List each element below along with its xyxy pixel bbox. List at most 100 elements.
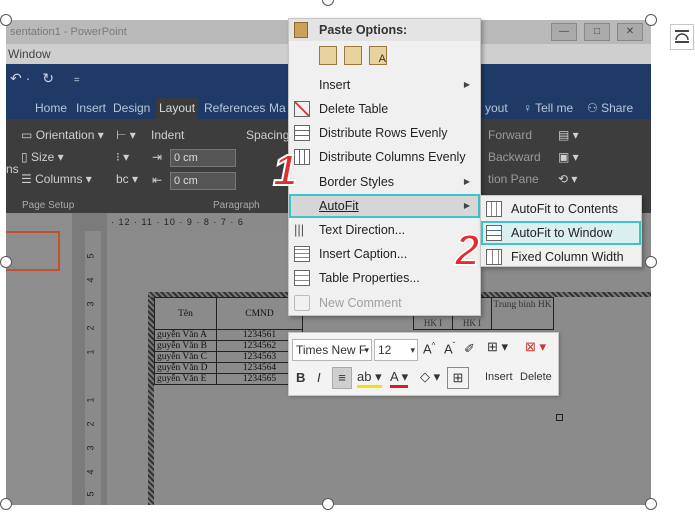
tab-mailings[interactable]: Ma bbox=[266, 98, 289, 119]
margins-label[interactable]: ns bbox=[6, 162, 19, 176]
line-numbers-button[interactable]: ⁝ ▾ bbox=[116, 150, 129, 164]
highlight-color-icon[interactable]: ab ▾ bbox=[357, 369, 382, 388]
tab-design[interactable]: Design bbox=[110, 98, 153, 119]
maximize-button[interactable]: □ bbox=[584, 23, 610, 41]
resize-handle[interactable] bbox=[0, 256, 12, 268]
insert-table-icon[interactable]: ⊞ ▾ bbox=[487, 339, 508, 355]
tab-references[interactable]: References bbox=[201, 98, 268, 119]
rotate-button[interactable]: ⟲ ▾ bbox=[558, 172, 577, 186]
insert-button[interactable]: Insert bbox=[485, 371, 513, 383]
menu-item-new-comment: New Comment bbox=[289, 291, 480, 315]
redo-button[interactable]: ↻ bbox=[42, 70, 54, 86]
tab-home[interactable]: Home bbox=[32, 98, 70, 119]
layout-options-button[interactable] bbox=[670, 24, 694, 50]
table-cell[interactable]: guyễn Văn A bbox=[154, 329, 217, 341]
send-backward-button[interactable]: Backward bbox=[488, 150, 541, 164]
bring-forward-button[interactable]: Forward bbox=[488, 128, 532, 142]
paste-keep-source-icon[interactable] bbox=[319, 46, 337, 65]
menu-item-border-styles[interactable]: Border Styles ▶ bbox=[289, 170, 480, 194]
data-table[interactable]: Tên CMND guyễn Văn A 1234561 guyễn Văn B… bbox=[154, 297, 303, 385]
italic-button[interactable]: I bbox=[317, 370, 321, 385]
minimize-button[interactable]: — bbox=[551, 23, 577, 41]
table-cell[interactable]: guyễn Văn B bbox=[154, 340, 217, 352]
menu-item-insert[interactable]: Insert ▶ bbox=[289, 73, 480, 97]
shading-icon[interactable]: ◇ ▾ bbox=[420, 369, 440, 385]
menu-item-fixed-column-width[interactable]: Fixed Column Width bbox=[481, 245, 641, 269]
delete-table-mini-icon[interactable]: ⊠ ▾ bbox=[525, 339, 546, 355]
menu-item-label: AutoFit to Contents bbox=[511, 202, 619, 216]
qat-more-button[interactable]: = bbox=[74, 75, 80, 86]
tell-me[interactable]: ♀ Tell me bbox=[520, 98, 576, 119]
menu-item-table-properties[interactable]: Table Properties... bbox=[289, 266, 480, 290]
paste-text-only-icon[interactable]: A bbox=[369, 46, 387, 65]
ruler-tick: 3 bbox=[85, 445, 96, 451]
menu-item-label: New Comment bbox=[319, 296, 402, 310]
menu-window[interactable]: Window bbox=[8, 47, 51, 61]
menu-item-autofit-window[interactable]: AutoFit to Window bbox=[481, 221, 641, 245]
table-cell[interactable]: guyễn Văn E bbox=[154, 373, 217, 385]
tab-insert[interactable]: Insert bbox=[73, 98, 109, 119]
bold-button[interactable]: B bbox=[296, 370, 305, 385]
tab-layout[interactable]: Layout bbox=[156, 98, 199, 119]
tab-table-layout[interactable]: yout bbox=[482, 98, 511, 119]
resize-handle[interactable] bbox=[0, 498, 12, 510]
shrink-font-icon[interactable]: Aˇ bbox=[444, 341, 455, 356]
undo-button[interactable]: ↶ · bbox=[10, 70, 30, 86]
menu-item-insert-caption[interactable]: Insert Caption... bbox=[289, 242, 480, 266]
resize-handle[interactable] bbox=[645, 498, 657, 510]
table-header-cell[interactable]: Tên bbox=[154, 297, 217, 330]
resize-handle[interactable] bbox=[645, 14, 657, 26]
menu-item-autofit-contents[interactable]: AutoFit to Contents bbox=[481, 197, 641, 221]
breaks-button[interactable]: ⊢ ▾ bbox=[116, 128, 136, 142]
table-cell[interactable]: guyễn Văn D bbox=[154, 362, 217, 374]
share-button[interactable]: ⚇ Share bbox=[584, 98, 636, 119]
hyphenation-button[interactable]: bc ▾ bbox=[116, 172, 138, 186]
menu-item-label: Table Properties... bbox=[319, 271, 420, 285]
font-name-combo[interactable]: Times New F ▾ bbox=[292, 339, 372, 361]
text-direction-icon: ||| bbox=[294, 222, 305, 237]
align-button[interactable]: ▤ ▾ bbox=[558, 128, 579, 142]
menu-item-autofit[interactable]: AutoFit ▶ bbox=[289, 194, 480, 218]
share-label: Share bbox=[601, 101, 634, 115]
annotation-step-2: 2 bbox=[454, 225, 481, 276]
paste-merge-icon[interactable] bbox=[344, 46, 362, 65]
close-button[interactable]: ✕ bbox=[617, 23, 643, 41]
columns-button[interactable]: ☰ Columns ▾ bbox=[21, 172, 92, 186]
resize-handle[interactable] bbox=[322, 0, 334, 6]
resize-handle[interactable] bbox=[0, 14, 12, 26]
resize-handle[interactable] bbox=[322, 498, 334, 510]
resize-handle[interactable] bbox=[645, 256, 657, 268]
format-painter-icon[interactable]: ✐ bbox=[464, 341, 475, 357]
orientation-button[interactable]: ▭ Orientation ▾ bbox=[21, 128, 104, 142]
paste-options-label: Paste Options: bbox=[319, 23, 408, 37]
table-header-cell[interactable]: Trung bình HK bbox=[491, 297, 554, 330]
menu-item-label: Distribute Rows Evenly bbox=[319, 126, 448, 140]
menu-item-label: Border Styles bbox=[319, 175, 395, 189]
table-row: guyễn Văn A 1234561 bbox=[154, 329, 303, 341]
selection-pane-button[interactable]: tion Pane bbox=[488, 172, 539, 186]
slide-thumbnail[interactable] bbox=[6, 231, 60, 271]
table-resize-handle[interactable] bbox=[556, 414, 563, 421]
menu-item-distribute-columns[interactable]: Distribute Columns Evenly bbox=[289, 145, 480, 169]
menu-item-distribute-rows[interactable]: Distribute Rows Evenly bbox=[289, 121, 480, 145]
indent-left-input[interactable]: 0 cm bbox=[170, 149, 236, 167]
window-title: sentation1 - PowerPoint bbox=[10, 26, 127, 38]
menu-item-label: Delete Table bbox=[319, 102, 389, 116]
center-align-icon[interactable]: ≡ bbox=[332, 367, 352, 389]
borders-icon[interactable]: ⊞ bbox=[447, 367, 469, 389]
font-color-icon[interactable]: A ▾ bbox=[390, 369, 409, 388]
font-size-combo[interactable]: 12 ▾ bbox=[374, 339, 418, 361]
delete-button[interactable]: Delete bbox=[520, 371, 552, 383]
menu-item-text-direction[interactable]: ||| Text Direction... bbox=[289, 218, 480, 242]
menu-item-delete-table[interactable]: Delete Table bbox=[289, 97, 480, 121]
table-row: guyễn Văn C 1234563 bbox=[154, 351, 303, 363]
tell-me-label: Tell me bbox=[535, 101, 574, 115]
ruler-tick: 2 bbox=[85, 421, 96, 427]
grow-font-icon[interactable]: A^ bbox=[423, 341, 435, 356]
indent-right-input[interactable]: 0 cm bbox=[170, 172, 236, 190]
table-cell[interactable]: guyễn Văn C bbox=[154, 351, 217, 363]
group-button[interactable]: ▣ ▾ bbox=[558, 150, 579, 164]
indent-right-icon: ⇤ bbox=[152, 173, 163, 187]
ruler-tick: 1 bbox=[85, 397, 96, 403]
size-button[interactable]: ▯ Size ▾ bbox=[21, 150, 64, 164]
